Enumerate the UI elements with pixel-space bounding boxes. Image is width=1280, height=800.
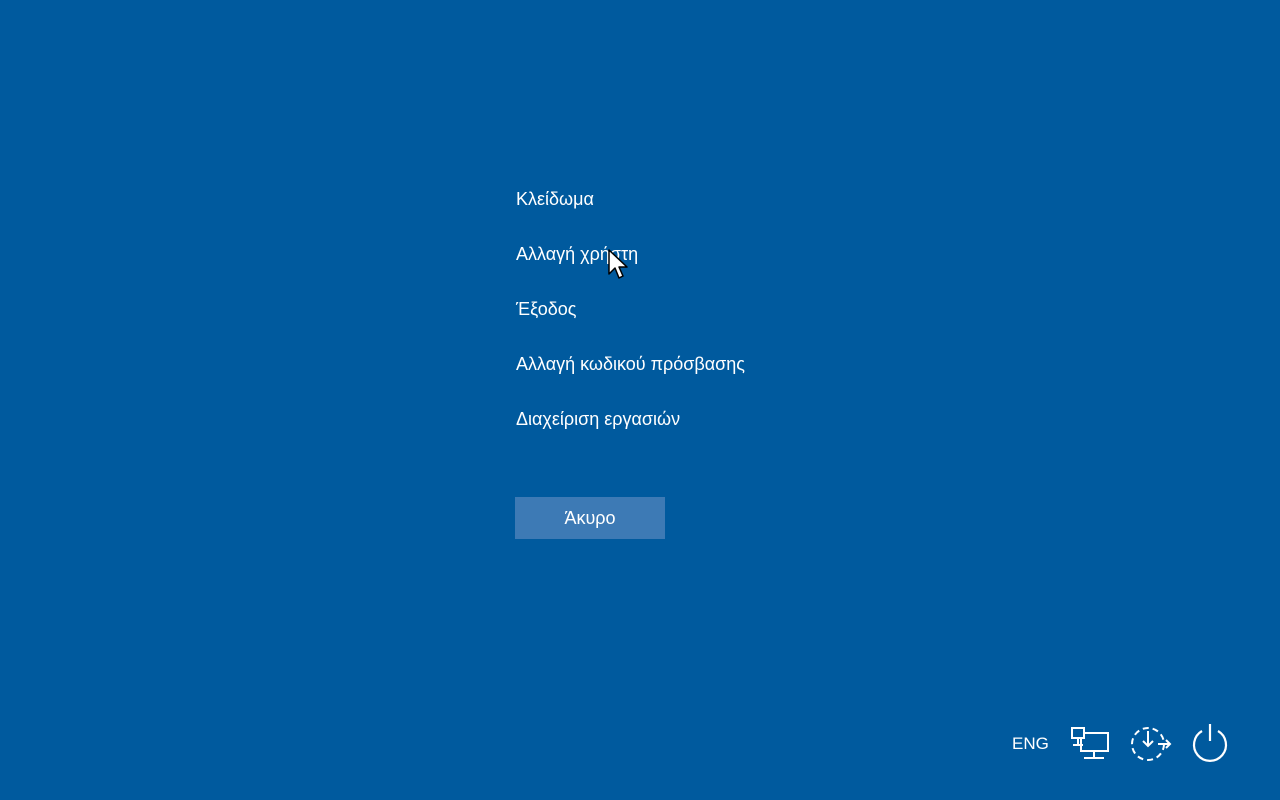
ctrl-alt-del-screen: Κλείδωμα Αλλαγή χρήστη Έξοδος Αλλαγή κωδ… <box>0 0 1280 800</box>
cancel-button[interactable]: Άκυρο <box>515 497 665 539</box>
lock-option[interactable]: Κλείδωμα <box>516 185 836 240</box>
switch-user-option[interactable]: Αλλαγή χρήστη <box>516 240 836 295</box>
network-icon[interactable] <box>1070 725 1110 761</box>
language-indicator[interactable]: ENG <box>1012 734 1049 754</box>
power-icon[interactable] <box>1190 721 1230 763</box>
task-manager-option[interactable]: Διαχείριση εργασιών <box>516 405 836 460</box>
sign-out-option[interactable]: Έξοδος <box>516 295 836 350</box>
security-options-menu: Κλείδωμα Αλλαγή χρήστη Έξοδος Αλλαγή κωδ… <box>516 185 836 460</box>
change-password-option[interactable]: Αλλαγή κωδικού πρόσβασης <box>516 350 836 405</box>
ease-of-access-icon[interactable] <box>1128 722 1172 764</box>
